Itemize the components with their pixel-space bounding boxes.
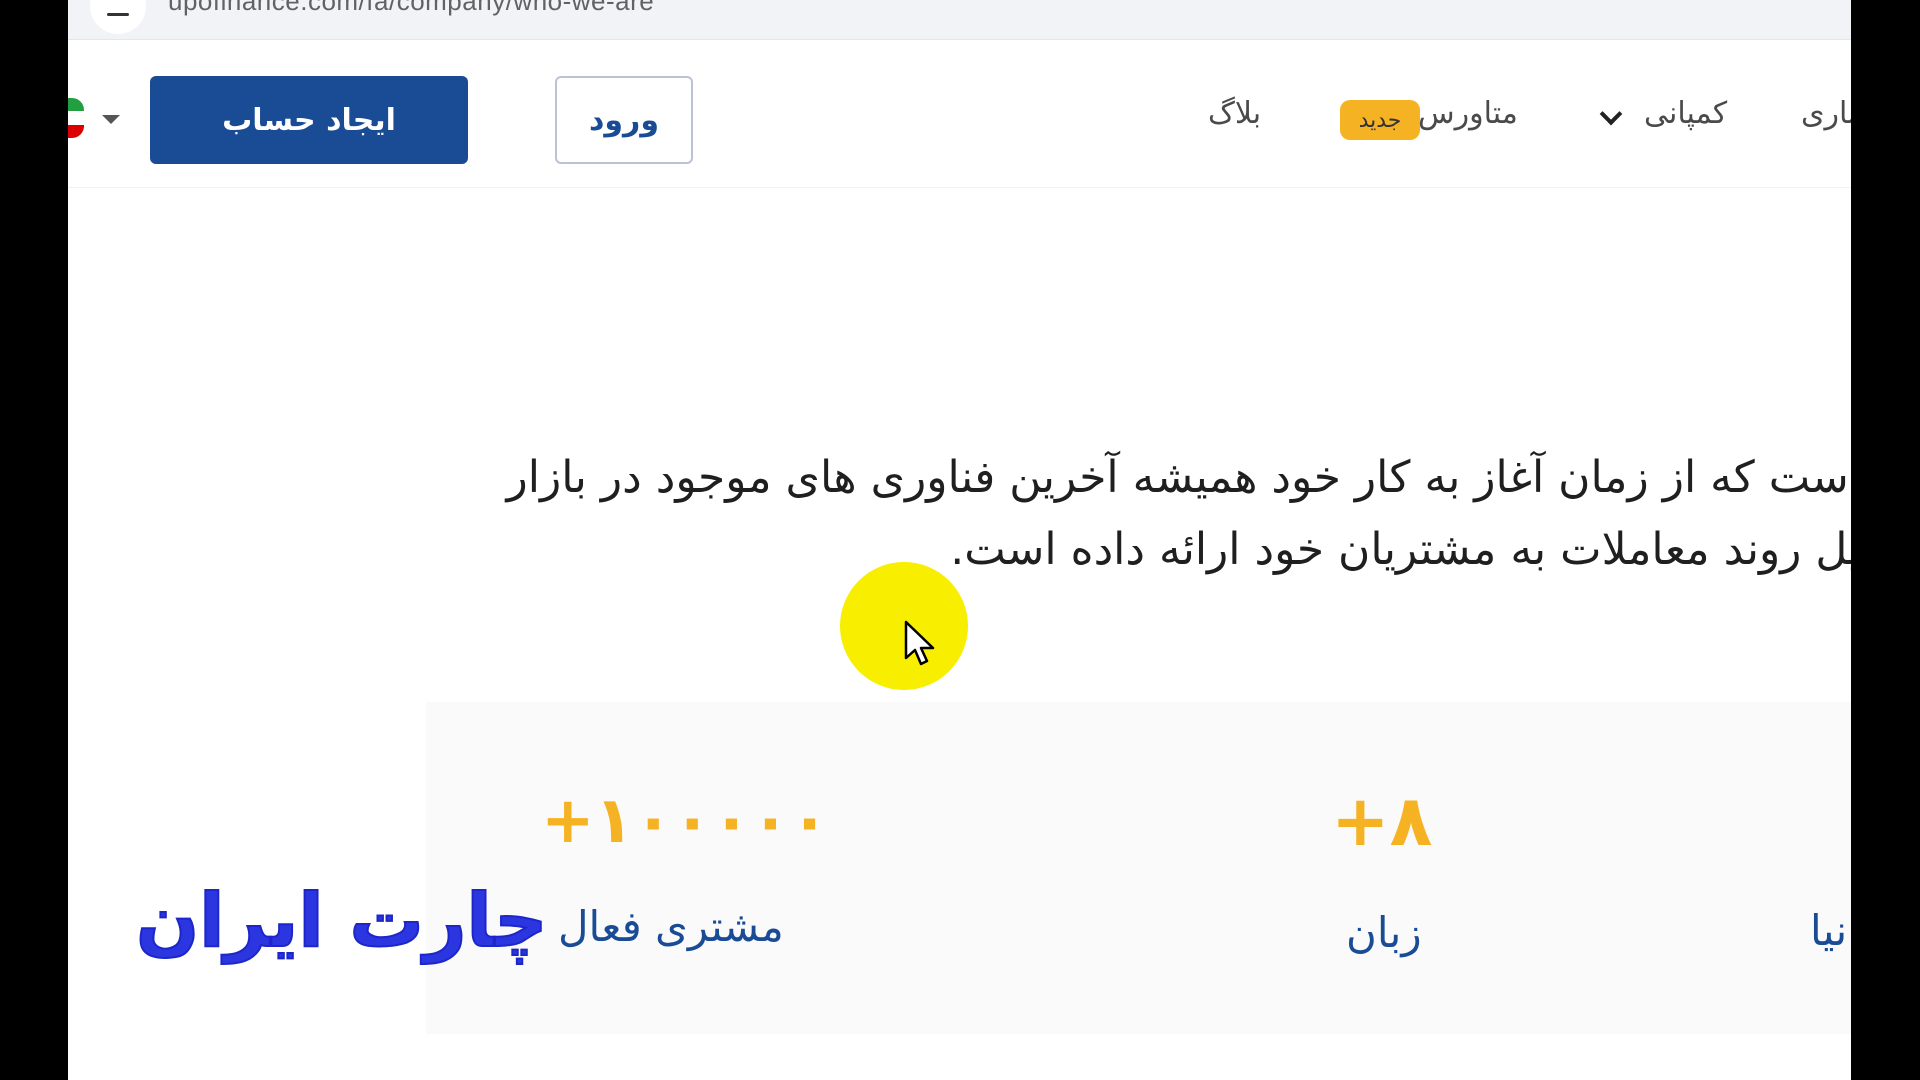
nav-partial-item[interactable]: ناری [1801,96,1851,131]
address-bar[interactable]: upofinance.com/fa/company/who-we-are [68,0,1851,40]
stats-section: +۱۰۰۰۰۰ مشتری فعال +۸ زبان نیا [426,702,1851,1034]
browser-viewport: upofinance.com/fa/company/who-we-are ایج… [68,0,1851,1080]
company-description: است که از زمان آغاز به کار خود همیشه آخر… [301,442,1851,586]
new-badge: جدید [1340,100,1420,140]
site-header: ایجاد حساب ورود بلاگ جدید متاورس کمپانی … [68,48,1851,188]
login-button[interactable]: ورود [555,76,693,164]
stat-partial-label: نیا [1810,906,1848,955]
nav-metaverse[interactable]: متاورس [1418,96,1518,131]
description-line-2: یل روند معاملات به مشتریان خود ارائه داد… [950,524,1851,575]
nav-blog[interactable]: بلاگ [1208,96,1261,131]
signup-button[interactable]: ایجاد حساب [150,76,468,164]
watermark-logo: چارت ایران [135,877,549,965]
url-text[interactable]: upofinance.com/fa/company/who-we-are [168,0,654,17]
language-dropdown-caret-icon[interactable] [102,115,120,124]
stat-languages-label: زبان [1346,908,1422,957]
iran-flag-icon[interactable] [68,98,84,138]
site-info-icon[interactable] [90,0,146,34]
description-line-1: است که از زمان آغاز به کار خود همیشه آخر… [506,452,1851,503]
stat-customers-value: +۱۰۰۰۰۰ [541,784,829,858]
stat-customers-label: مشتری فعال [558,902,784,951]
stat-languages-value: +۸ [1331,780,1433,862]
chevron-down-icon[interactable] [1599,102,1623,126]
nav-company[interactable]: کمپانی [1644,96,1727,131]
mouse-pointer-icon [904,620,935,666]
